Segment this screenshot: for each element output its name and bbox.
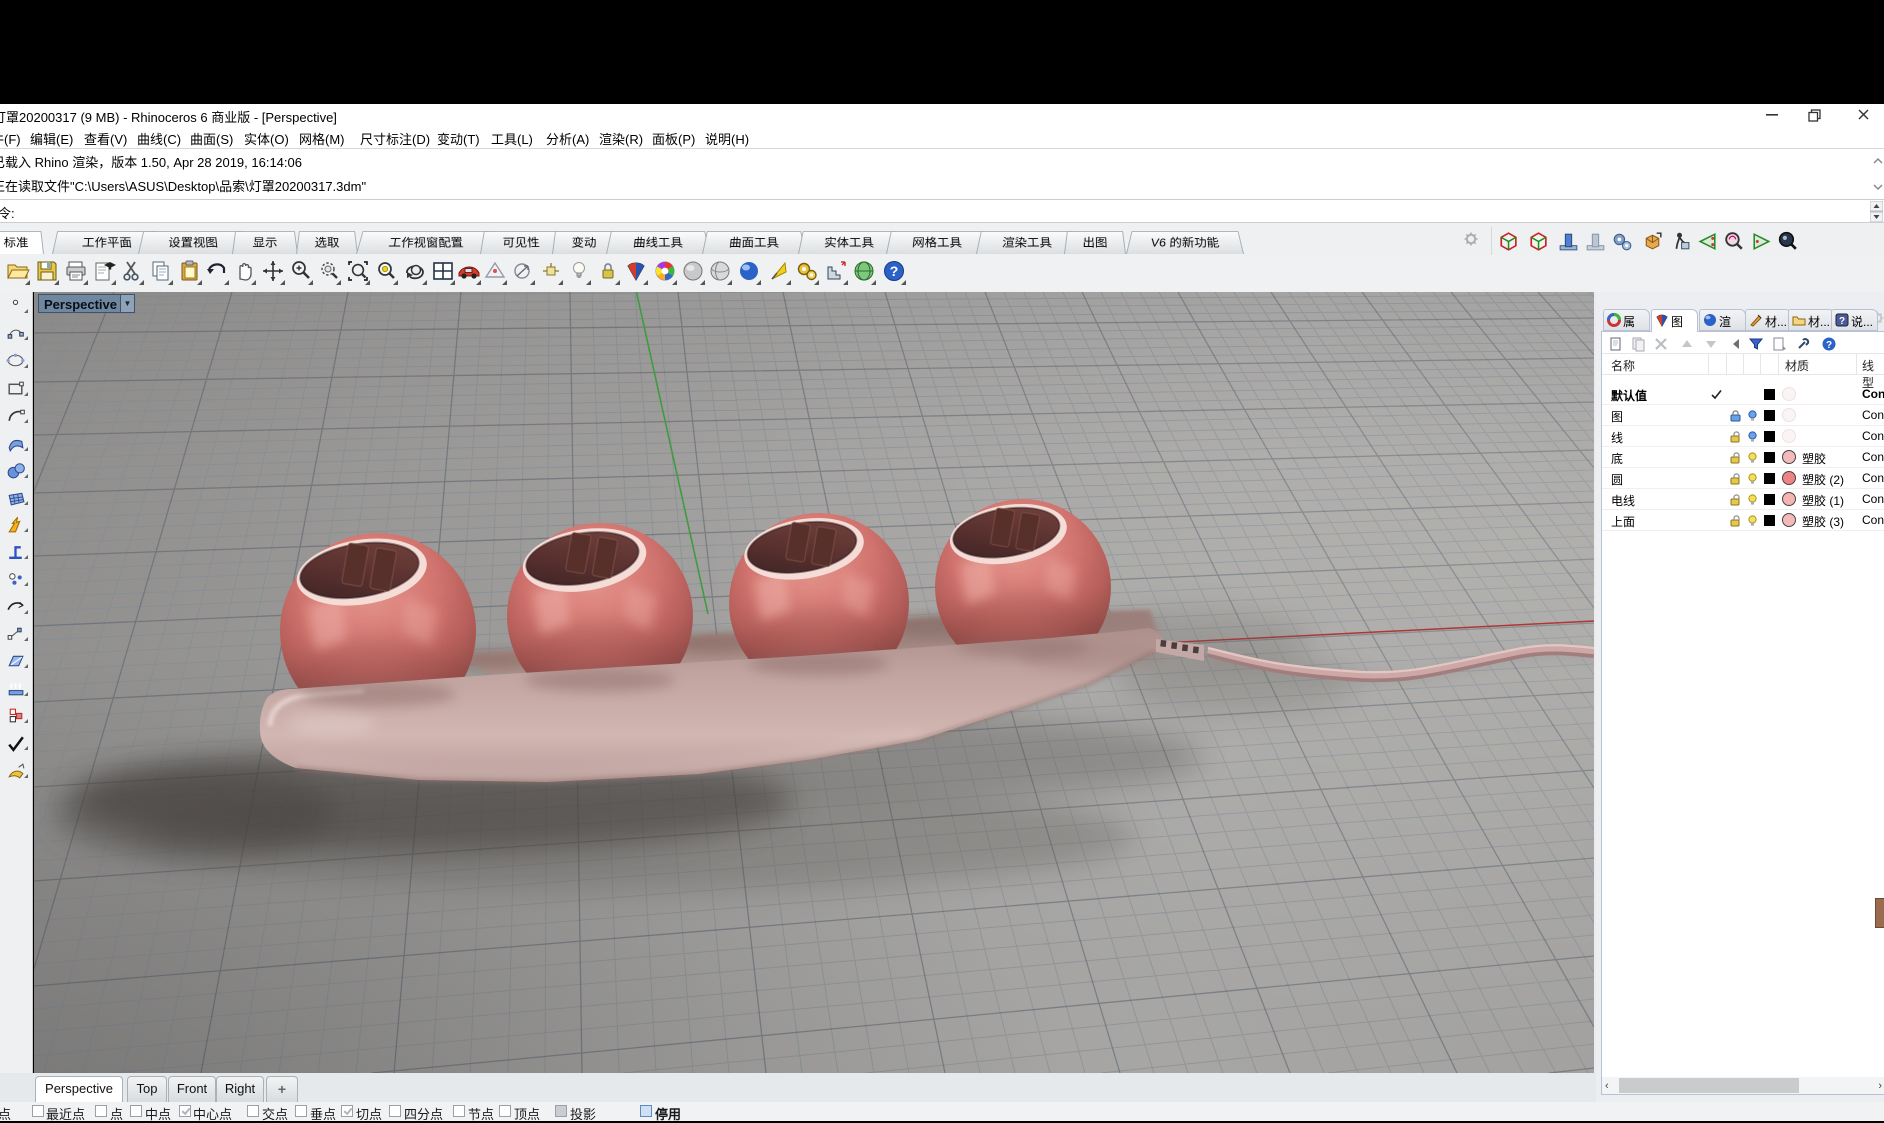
svg-text:?: ? (1826, 340, 1832, 351)
svg-text:?: ? (890, 263, 899, 279)
svg-text:?: ? (1839, 316, 1845, 327)
